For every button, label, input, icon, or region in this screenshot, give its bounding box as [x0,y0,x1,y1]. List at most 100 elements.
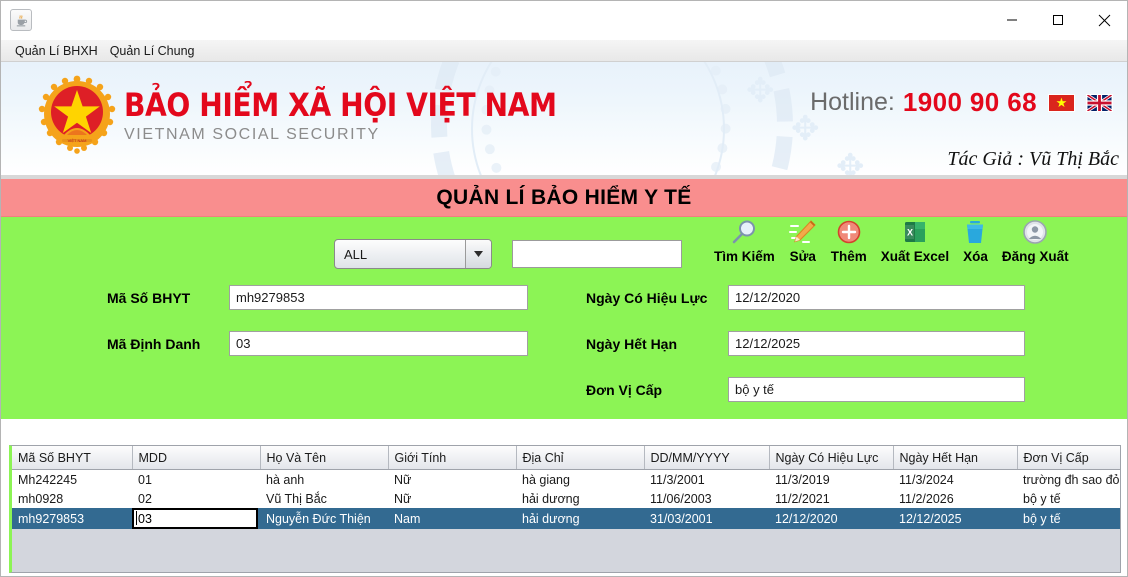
menu-item-quan-li-chung[interactable]: Quản Lí Chung [104,41,201,61]
form-panel: ALL Tìm Kiếm Sửa Thêm X Xuất Excel Xóa Đ… [1,217,1127,419]
field-ma-so-bhyt-input[interactable]: mh9279853 [229,285,528,310]
logout-button-label: Đăng Xuất [1001,249,1069,264]
table-body: Mh242245 01 hà anh Nữ hà giang 11/3/2001 11/3/… [12,469,1120,529]
table-cell[interactable]: 11/3/2024 [893,469,1017,489]
field-don-vi-cap-label: Đơn Vị Cấp [586,381,663,398]
table-cell[interactable]: Nam [388,508,516,529]
menu-bar: Quản Lí BHXH Quản Lí Chung [1,40,1127,62]
edit-button[interactable]: Sửa [782,217,824,264]
banner-subtitle: VIETNAM SOCIAL SECURITY [124,125,380,143]
title-bar [1,1,1127,40]
minimize-button[interactable] [989,1,1035,39]
author-credit: Tác Giả : Vũ Thị Bắc [947,148,1119,170]
banner-brand: VIỆT NAM BẢO HIỂM XÃ HỘI VIỆT NAM VIETNA… [36,74,616,156]
records-table-container[interactable]: Mã Số BHYT MDD Họ Và Tên Giới Tính Địa C… [9,445,1121,573]
search-button-label: Tìm Kiếm [714,249,775,264]
table-cell[interactable]: mh9279853 [12,508,132,529]
field-ngay-co-hieu-luc: Ngày Có Hiệu Lực 12/12/2020 [586,285,1025,310]
table-cell[interactable]: Nguyễn Đức Thiện [260,508,388,529]
close-button[interactable] [1081,1,1127,39]
filter-combobox[interactable]: ALL [334,239,492,269]
add-button-label: Thêm [830,249,867,264]
text-caret [136,511,137,525]
svg-text:VIỆT NAM: VIỆT NAM [68,138,87,143]
field-ngay-het-han-label: Ngày Hết Hạn [586,335,678,352]
field-ma-dinh-danh-label: Mã Định Danh [107,335,201,352]
vietnam-flag-icon[interactable]: ★ [1048,93,1075,112]
field-don-vi-cap: Đơn Vị Cấp bộ y tế [586,377,1025,402]
united-kingdom-flag-icon[interactable] [1086,93,1113,112]
table-cell[interactable]: 01 [132,469,260,489]
banner-title: BẢO HIỂM XÃ HỘI VIỆT NAM [124,85,557,124]
hotline-label: Hotline: [810,88,895,116]
column-header-ho-va-ten[interactable]: Họ Và Tên [260,446,389,470]
column-header-don-vi-cap[interactable]: Đơn Vị Cấp [1017,446,1120,470]
plus-circle-icon [837,217,861,247]
table-cell[interactable]: bộ y tế [1017,489,1120,508]
table-cell[interactable]: 11/3/2019 [769,469,893,489]
close-icon [1098,14,1110,26]
delete-button[interactable]: Xóa [956,217,995,264]
add-button[interactable]: Thêm [824,217,874,264]
java-coffee-cup-icon [10,9,32,31]
field-don-vi-cap-input[interactable]: bộ y tế [728,377,1025,402]
table-cell[interactable]: 12/12/2020 [769,508,893,529]
column-header-gioi-tinh[interactable]: Giới Tính [388,446,517,470]
table-cell[interactable]: bộ y tế [1017,508,1120,529]
table-cell[interactable]: 11/2/2026 [893,489,1017,508]
table-cell[interactable]: hải dương [516,508,644,529]
table-cell[interactable]: trường đh sao đỏ [1017,469,1120,489]
table-cell[interactable]: hải dương [516,489,644,508]
table-row[interactable]: Mh242245 01 hà anh Nữ hà giang 11/3/2001 11/3/… [12,469,1120,489]
window-controls [989,1,1127,39]
search-button[interactable]: Tìm Kiếm [707,217,782,264]
field-ngay-het-han-input[interactable]: 12/12/2025 [728,331,1025,356]
table-cell[interactable]: 11/2/2021 [769,489,893,508]
field-ngay-co-hieu-luc-input[interactable]: 12/12/2020 [728,285,1025,310]
column-header-dia-chi[interactable]: Địa Chỉ [516,446,645,470]
filter-combobox-value: ALL [344,246,368,262]
table-cell[interactable]: hà anh [260,469,388,489]
table-cell[interactable]: 03 [132,508,260,529]
column-header-ngay-het-han[interactable]: Ngày Hết Hạn [893,446,1018,470]
field-ngay-het-han: Ngày Hết Hạn 12/12/2025 [586,331,1025,356]
logout-button[interactable]: Đăng Xuất [995,217,1076,264]
table-cell[interactable]: Vũ Thị Bắc [260,489,388,508]
minimize-icon [1007,19,1017,21]
table-cell[interactable]: mh0928 [12,489,132,508]
search-input[interactable] [512,240,682,268]
table-cell[interactable]: Mh242245 [12,469,132,489]
table-cell[interactable]: 12/12/2025 [893,508,1017,529]
trash-icon [963,217,987,247]
organization-banner: ✥ ✥ ✥ VIỆT NAM BẢO HIỂM XÃ HỘI VIỆT NAM … [1,62,1127,179]
table-cell[interactable]: 02 [132,489,260,508]
page-title-bar: QUẢN LÍ BẢO HIỂM Y TẾ [1,179,1127,217]
delete-button-label: Xóa [963,249,988,264]
menu-item-quan-li-bhxh[interactable]: Quản Lí BHXH [9,41,104,61]
table-header-row: Mã Số BHYT MDD Họ Và Tên Giới Tính Địa C… [12,446,1120,470]
maximize-icon [1053,15,1063,25]
export-excel-button[interactable]: X Xuất Excel [874,217,956,264]
cell-editor-input[interactable]: 03 [132,508,258,529]
table-cell[interactable]: hà giang [516,469,644,489]
column-header-ngay-co-hieu-luc[interactable]: Ngày Có Hiệu Lực [769,446,894,470]
table-row[interactable]: mh0928 02 Vũ Thị Bắc Nữ hải dương 11/06/2003 1… [12,489,1120,508]
table-cell[interactable]: Nữ [388,469,516,489]
field-ma-dinh-danh-input[interactable]: 03 [229,331,528,356]
watermark-bird-icon: ✥ [746,72,775,110]
table-cell[interactable]: 11/06/2003 [644,489,769,508]
page-title: QUẢN LÍ BẢO HIỂM Y TẾ [436,185,692,209]
column-header-mdd[interactable]: MDD [132,446,261,470]
table-row[interactable]: mh9279853 03 Nguyễn Đức Thiện Nam hải dương 3… [12,508,1120,529]
edit-button-label: Sửa [789,249,816,264]
table-cell[interactable]: 31/03/2001 [644,508,769,529]
table-cell[interactable]: 11/3/2001 [644,469,769,489]
user-logout-icon [1022,217,1048,247]
field-ma-so-bhyt: Mã Số BHYT mh9279853 [107,285,528,310]
application-window: Quản Lí BHXH Quản Lí Chung ✥ ✥ ✥ VIỆT NA… [0,0,1128,577]
table-cell[interactable]: Nữ [388,489,516,508]
maximize-button[interactable] [1035,1,1081,39]
column-header-ma-so-bhyt[interactable]: Mã Số BHYT [12,446,133,470]
chevron-down-icon[interactable] [465,240,491,268]
column-header-ngay-sinh[interactable]: DD/MM/YYYY [644,446,770,470]
